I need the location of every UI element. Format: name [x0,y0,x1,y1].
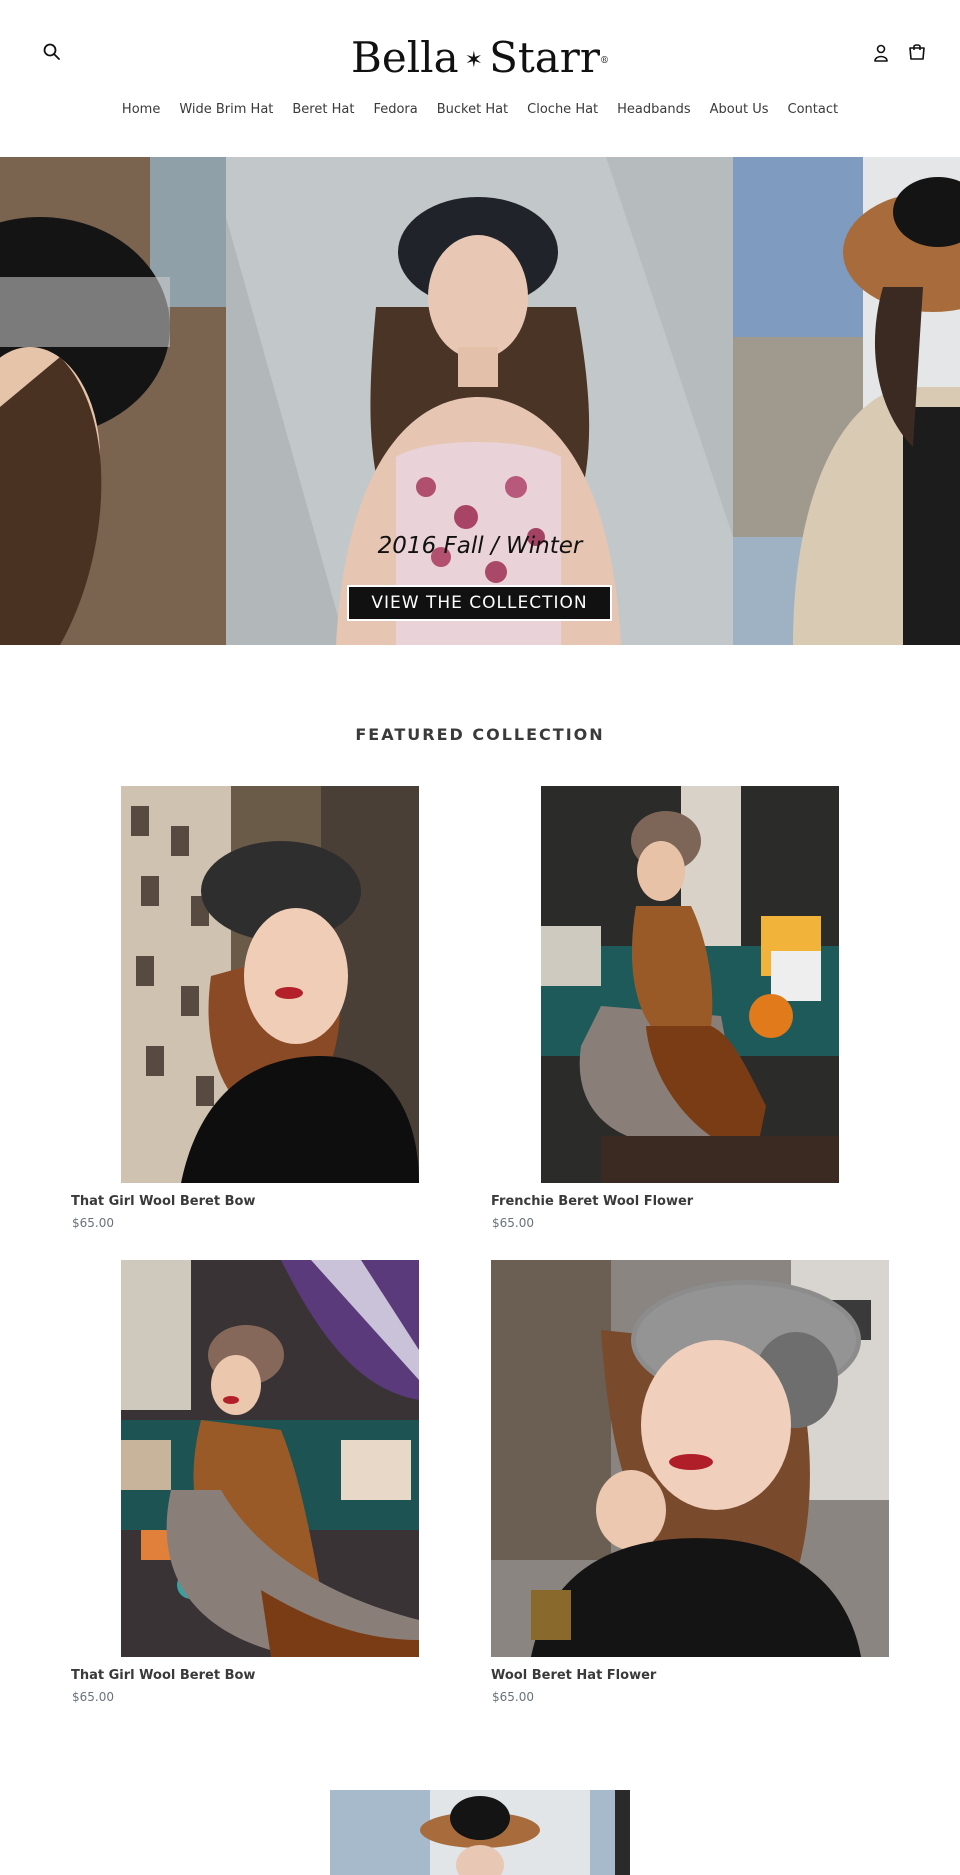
product-price: $65.00 [492,1216,534,1230]
logo-name-right: Starr [489,33,600,82]
main-navigation: Home Wide Brim Hat Beret Hat Fedora Buck… [0,100,960,120]
logo-name-left: Bella [351,33,459,82]
product-price: $65.00 [72,1690,114,1704]
promo-image[interactable] [330,1790,630,1875]
product-title[interactable]: That Girl Wool Beret Bow [71,1668,255,1683]
product-title[interactable]: Frenchie Beret Wool Flower [491,1194,693,1209]
featured-collection-title: FEATURED COLLECTION [355,725,605,744]
logo-registered-mark: ® [599,56,609,66]
product-price: $65.00 [492,1690,534,1704]
view-collection-button[interactable]: VIEW THE COLLECTION [347,585,612,621]
product-card[interactable]: That Girl Wool Beret Bow $65.00 [71,786,469,1236]
product-title[interactable]: That Girl Wool Beret Bow [71,1194,255,1209]
product-image[interactable] [121,1260,419,1657]
hero-photo-center [226,157,733,645]
account-icon [874,44,888,62]
nav-item-bucket-hat[interactable]: Bucket Hat [427,100,517,120]
nav-item-home[interactable]: Home [112,100,169,120]
hero-photo-left [0,157,226,645]
product-title[interactable]: Wool Beret Hat Flower [491,1668,656,1683]
hero-slide-previous[interactable] [0,157,226,645]
product-price: $65.00 [72,1216,114,1230]
logo-star: ✶ [464,48,484,73]
product-image[interactable] [541,786,839,1183]
hero-slide-next[interactable] [733,157,960,645]
product-image[interactable] [491,1260,889,1657]
hero-slide-current[interactable] [226,157,733,645]
product-card[interactable]: That Girl Wool Beret Bow $65.00 [71,1260,469,1710]
cart-icon [909,44,925,60]
nav-item-wide-brim-hat[interactable]: Wide Brim Hat [170,100,283,120]
product-image[interactable] [121,786,419,1183]
nav-item-cloche-hat[interactable]: Cloche Hat [518,100,608,120]
cart-button[interactable] [907,42,927,62]
product-card[interactable]: Frenchie Beret Wool Flower $65.00 [491,786,889,1236]
nav-item-fedora[interactable]: Fedora [364,100,427,120]
site-logo[interactable]: Bella ✶ Starr® [0,30,960,89]
nav-item-contact[interactable]: Contact [778,100,848,120]
hero-slideshow: 2016 Fall / Winter VIEW THE COLLECTION [0,157,960,645]
hero-caption: 2016 Fall / Winter [377,533,583,559]
product-card[interactable]: Wool Beret Hat Flower $65.00 [491,1260,889,1710]
hero-photo-right [733,157,960,645]
nav-item-about-us[interactable]: About Us [700,100,778,120]
site-header: Bella ✶ Starr® Home Wide Brim Hat Beret Ha… [0,0,960,157]
promo-photo [330,1790,630,1875]
nav-item-beret-hat[interactable]: Beret Hat [283,100,364,120]
nav-item-headbands[interactable]: Headbands [608,100,700,120]
account-button[interactable] [872,43,890,63]
